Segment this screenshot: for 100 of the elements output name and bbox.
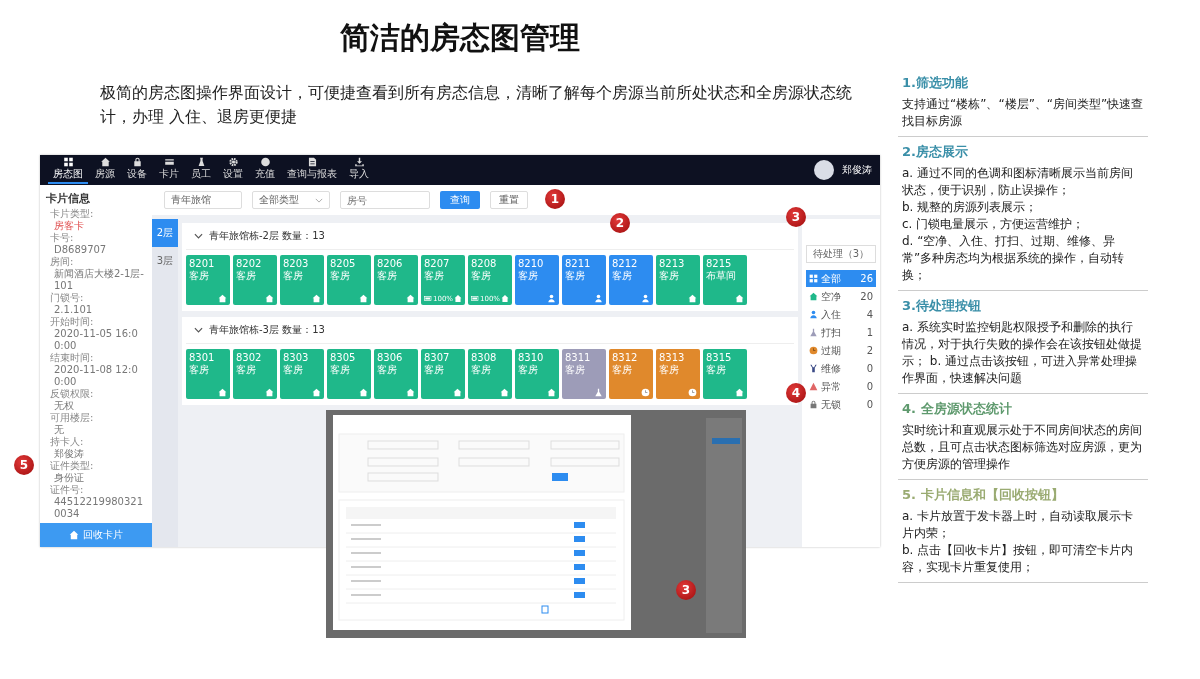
person-icon [594,294,603,303]
room-tile[interactable]: 8302 客房 [233,349,277,399]
room-number: 8302 [236,352,263,364]
room-tile[interactable]: 8210 客房 [515,255,559,305]
status-filter-item[interactable]: 空净 20 [806,288,876,305]
room-tile[interactable]: 8202 客房 [233,255,277,305]
field-value: 2.1.101 [53,304,94,316]
status-filter-item[interactable]: 维修 0 [806,360,876,377]
status-filter-item[interactable]: 打扫 1 [806,324,876,341]
field-label: 房间: [50,256,75,268]
clock-icon [809,346,818,355]
grid-icon [62,157,74,167]
person-icon [809,310,818,319]
coin-icon [259,157,271,167]
room-tile[interactable]: 8305 客房 [327,349,371,399]
floor-tab[interactable]: 2层 [152,219,178,247]
chevron-icon[interactable] [194,233,203,239]
note-paragraph: b. 规整的房源列表展示； [902,199,1039,216]
room-tile[interactable]: 8312 客房 [609,349,653,399]
house-icon [312,294,321,303]
pending-button[interactable]: 待处理（3） [806,245,876,263]
floor-tab[interactable]: 3层 [152,247,178,275]
note-heading: 5. 卡片信息和【回收按钮】 [902,486,1065,504]
intro-paragraph: 极简的房态图操作界面设计，可便捷查看到所有房态信息，清晰了解每个房源当前所处状态和全房源状态统计，办理 入住、退房更便捷 [100,82,853,128]
room-tile[interactable]: 8205 客房 [327,255,371,305]
search-button[interactable]: 查询 [440,191,480,209]
house-icon [735,294,744,303]
status-filter-item[interactable]: 入住 4 [806,306,876,323]
gear-icon [227,157,239,167]
room-number: 8308 [471,352,498,364]
room-type: 客房 [518,270,539,282]
nav-item[interactable]: 查询与报表 [282,156,342,184]
house-icon [99,157,111,167]
room-tile[interactable]: 8215 布草间 [703,255,747,305]
recycle-card-button[interactable]: 回收卡片 [40,523,152,547]
room-tile[interactable]: 8303 客房 [280,349,324,399]
status-filter-item[interactable]: 异常 0 [806,378,876,395]
nav-item[interactable]: 员工 [186,156,216,184]
room-tile[interactable]: 8201 客房 [186,255,230,305]
status-filter-item[interactable]: 无锁 0 [806,396,876,413]
panel-title: 卡片信息 [45,191,91,207]
field-value: 2020-11-08 12:00:00 [53,364,139,388]
room-type: 客房 [471,270,492,282]
reset-button[interactable]: 重置 [490,191,528,209]
room-number: 8205 [330,258,357,270]
room-tile[interactable]: 8211 客房 [562,255,606,305]
card-icon [163,157,175,167]
building-select[interactable]: 青年旅馆 [164,191,242,209]
house-icon [265,294,274,303]
room-tile[interactable]: 8203 客房 [280,255,324,305]
house-icon [500,388,509,397]
room-tile[interactable]: 8310 客房 [515,349,559,399]
house-icon [406,388,415,397]
chevron-icon[interactable] [194,327,203,333]
room-number: 8303 [283,352,310,364]
field-label: 反锁权限: [50,388,95,400]
room-type: 客房 [471,364,492,376]
room-tile[interactable]: 8301 客房 [186,349,230,399]
status-filter-item[interactable]: 过期 2 [806,342,876,359]
room-type: 客房 [189,270,210,282]
room-type: 客房 [236,364,257,376]
field-label: 卡片类型: [50,208,95,220]
status-filter-item[interactable]: 全部 26 [806,270,876,287]
warning-icon [809,382,818,391]
room-type: 客房 [236,270,257,282]
room-tile[interactable]: 8313 客房 [656,349,700,399]
nav-item[interactable]: 卡片 [154,156,184,184]
room-tile[interactable]: 8212 客房 [609,255,653,305]
nav-item[interactable]: 设置 [218,156,248,184]
nav-item[interactable]: 充值 [250,156,280,184]
room-number: 8301 [189,352,216,364]
house-icon [69,530,79,540]
room-tile[interactable]: 8308 客房 [468,349,512,399]
room-type: 客房 [659,270,680,282]
house-icon [501,294,509,303]
room-tile[interactable]: 8311 客房 [562,349,606,399]
room-number: 8201 [189,258,216,270]
room-tile[interactable]: 8213 客房 [656,255,700,305]
room-tile[interactable]: 8315 客房 [703,349,747,399]
avatar[interactable] [814,160,834,180]
room-type: 客房 [565,270,586,282]
nav-item[interactable]: 导入 [344,156,374,184]
room-number: 8315 [706,352,733,364]
room-type: 客房 [659,364,680,376]
nav-item[interactable]: 房源 [90,156,120,184]
field-label: 持卡人: [50,436,85,448]
broom-icon [809,328,818,337]
room-type: 客房 [330,270,351,282]
room-number: 8206 [377,258,404,270]
room-tile[interactable]: 8306 客房 [374,349,418,399]
nav-item[interactable]: 设备 [122,156,152,184]
room-tile[interactable]: 8206 客房 [374,255,418,305]
field-label: 结束时间: [50,352,95,364]
room-type: 客房 [518,364,539,376]
room-type-select[interactable]: 全部类型 [252,191,330,209]
note-paragraph: 实时统计和直观展示处于不同房间状态的房间总数，且可点击状态图标筛选对应房源，更为方便房源的管理操作 [902,422,1143,473]
room-number-field[interactable]: 房号 [340,191,430,209]
room-tile[interactable]: 8307 客房 [421,349,465,399]
floor-title: 青年旅馆栋-2层 数量：13 [209,229,325,243]
room-number: 8215 [706,258,733,270]
